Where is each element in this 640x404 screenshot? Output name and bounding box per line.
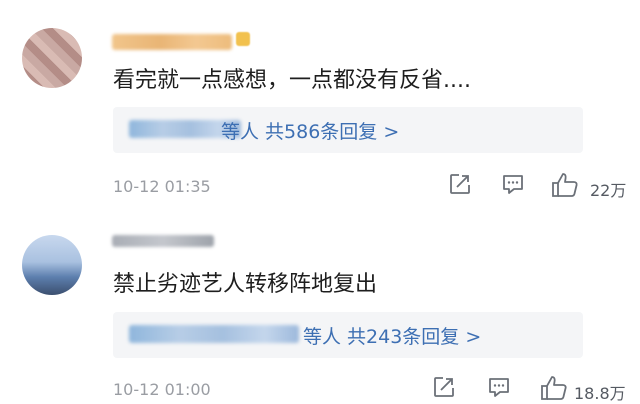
- reply-names-blurred: [129, 325, 299, 343]
- replies-box[interactable]: 等人 共586条回复 >: [113, 107, 583, 153]
- replies-box[interactable]: 等人 共243条回复 >: [113, 312, 583, 358]
- comment-icon[interactable]: [501, 172, 525, 196]
- comment-text: 禁止劣迹艺人转移阵地复出: [113, 272, 378, 297]
- username-blurred[interactable]: [112, 235, 214, 247]
- comment-timestamp: 10-12 01:00: [113, 380, 211, 399]
- like-icon[interactable]: [551, 172, 579, 198]
- like-count: 22万: [590, 181, 627, 200]
- comment-item: 看完就一点感想，一点都没有反省.... 等人 共586条回复 > 10-12 0…: [0, 0, 640, 215]
- share-icon[interactable]: [448, 172, 472, 196]
- avatar[interactable]: [22, 28, 82, 88]
- share-icon[interactable]: [432, 375, 456, 399]
- username-blurred[interactable]: [112, 34, 232, 50]
- like-count: 18.8万: [574, 384, 626, 403]
- like-icon[interactable]: [540, 375, 568, 401]
- comment-icon[interactable]: [487, 375, 511, 399]
- view-replies-link[interactable]: 等人 共586条回复 >: [221, 117, 399, 144]
- comment-timestamp: 10-12 01:35: [113, 177, 211, 196]
- comment-text: 看完就一点感想，一点都没有反省....: [113, 68, 471, 93]
- user-badge-icon: [236, 32, 250, 46]
- avatar[interactable]: [22, 235, 82, 295]
- view-replies-link[interactable]: 等人 共243条回复 >: [303, 322, 481, 349]
- comment-item: 禁止劣迹艺人转移阵地复出 等人 共243条回复 > 10-12 01:00 18…: [0, 215, 640, 403]
